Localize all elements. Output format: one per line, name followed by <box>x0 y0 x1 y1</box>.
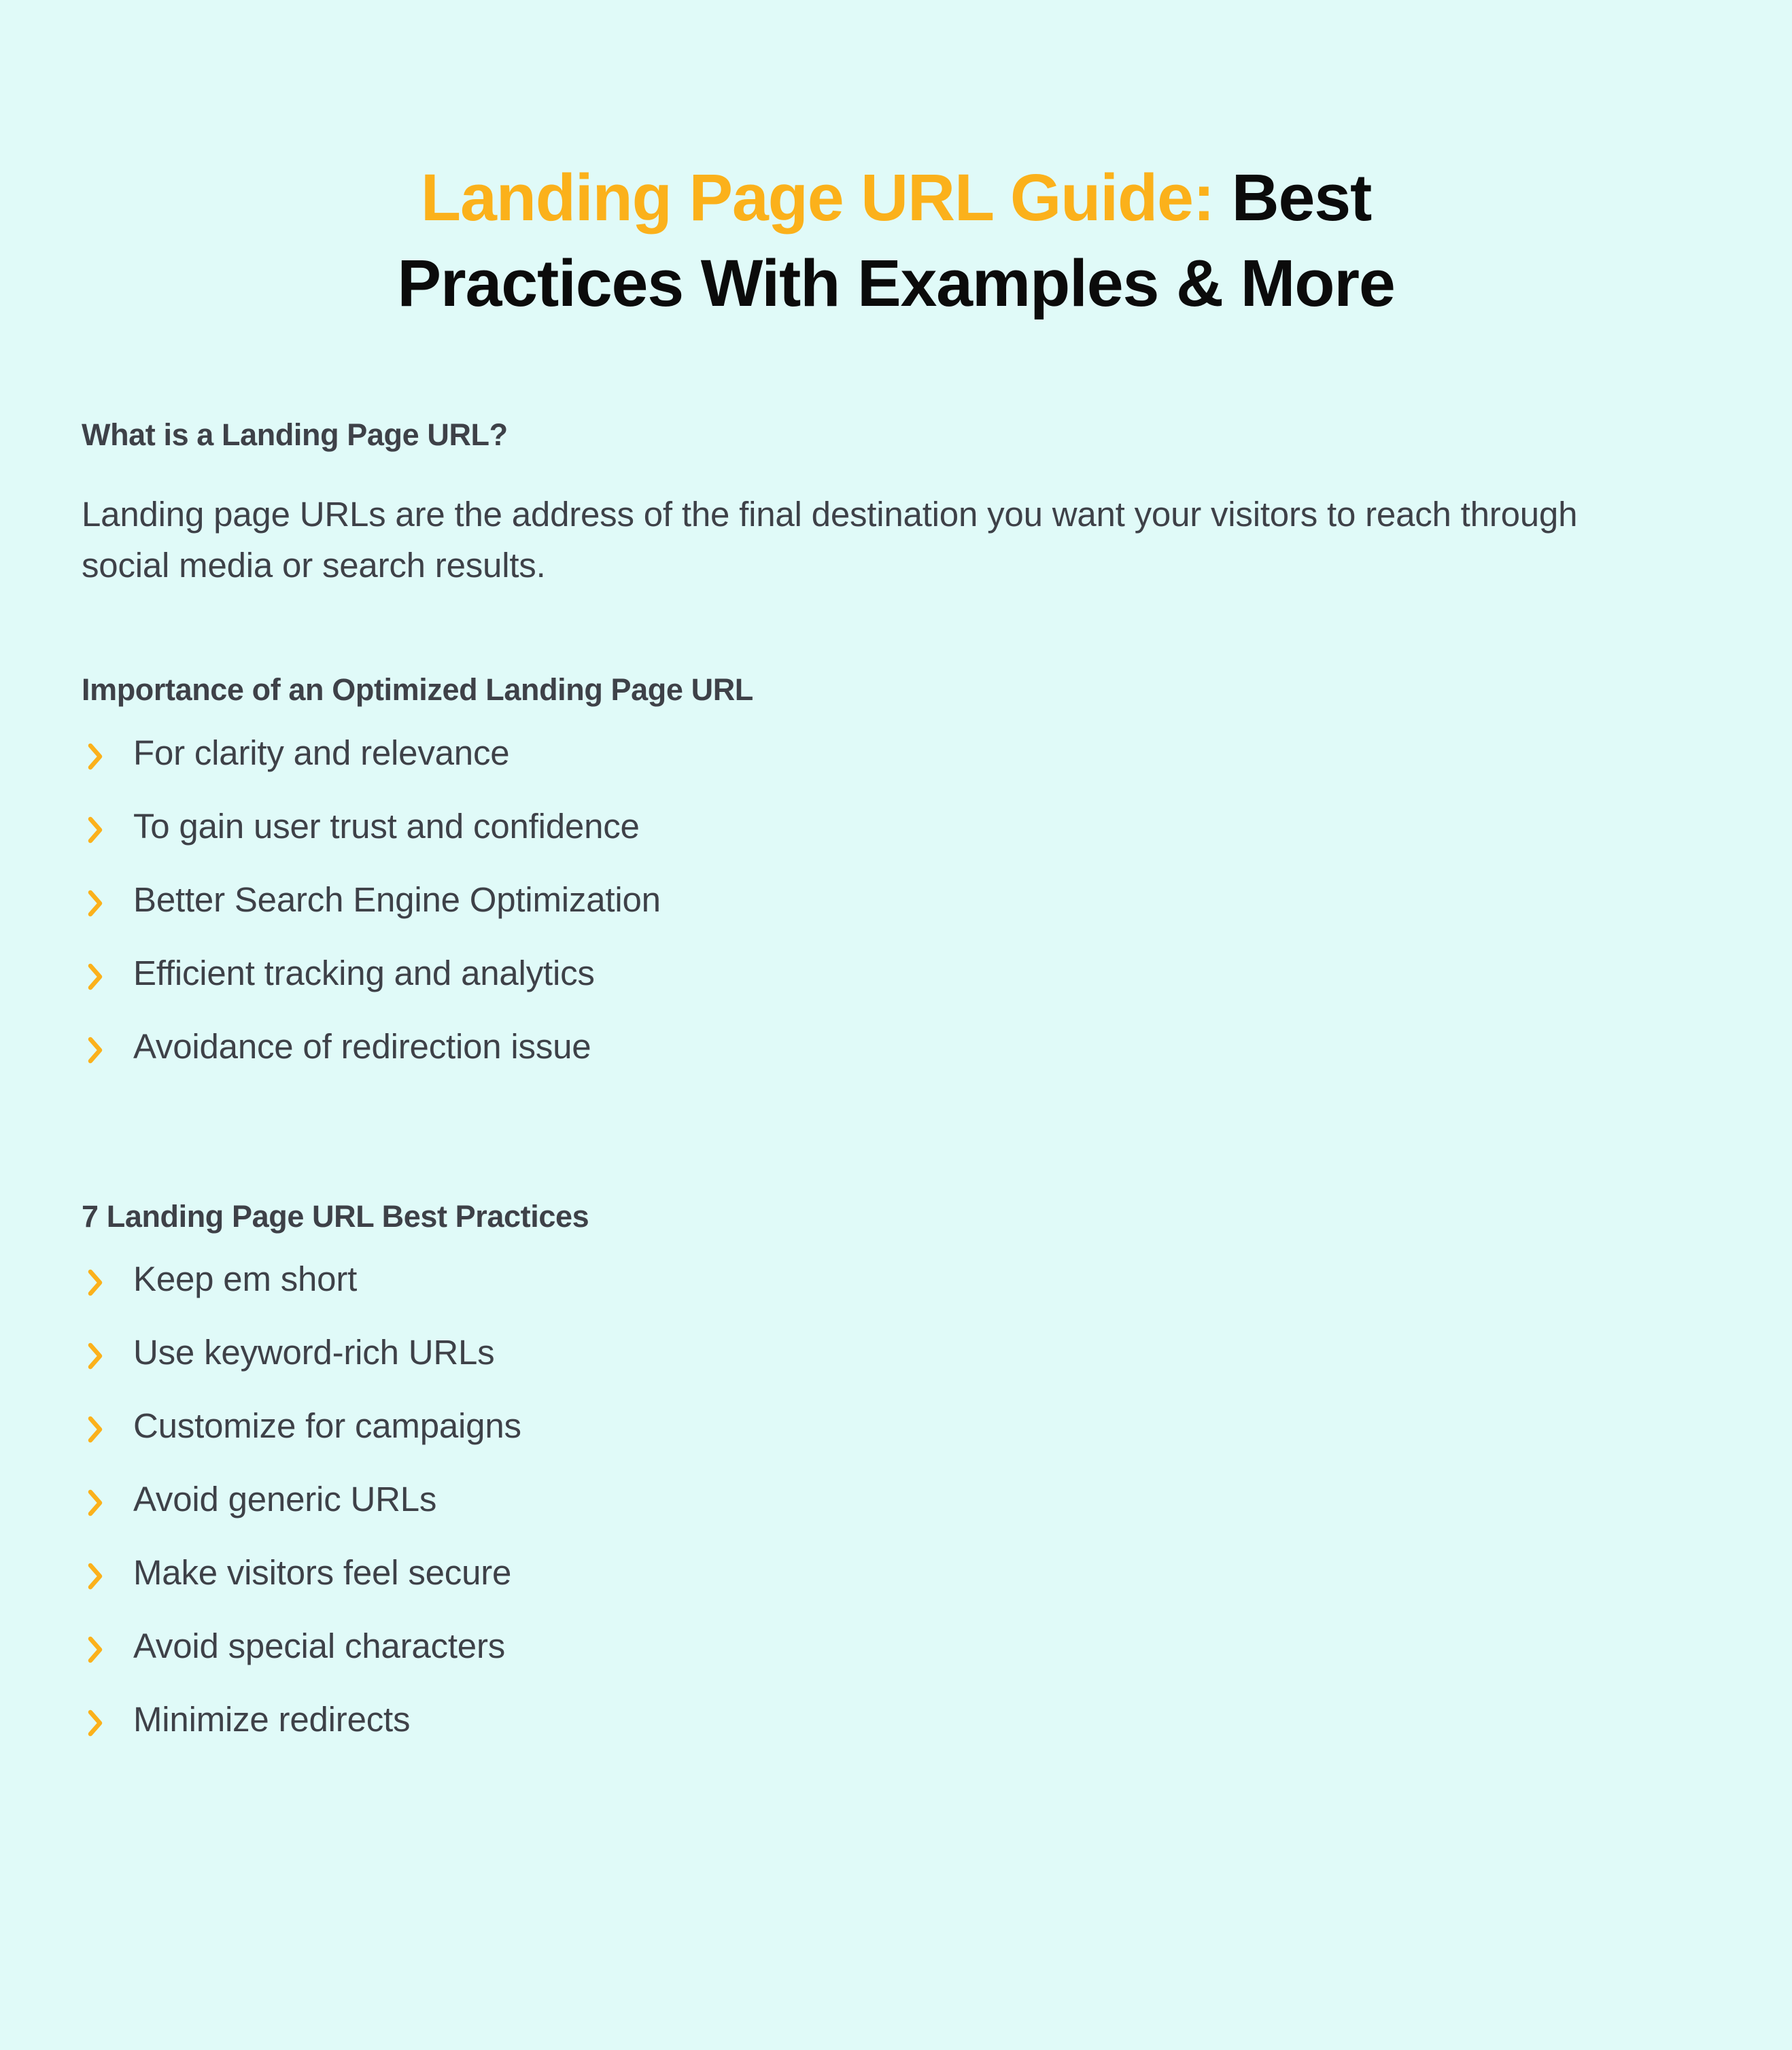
list-item: Customize for campaigns <box>87 1406 1683 1483</box>
chevron-right-icon <box>87 886 110 921</box>
chevron-right-icon <box>87 1706 110 1741</box>
chevron-right-icon <box>87 1033 110 1068</box>
list-item: Avoidance of redirection issue <box>87 1026 1683 1104</box>
infographic-page: Landing Page URL Guide: Best Practices W… <box>0 0 1792 2050</box>
chevron-right-icon <box>87 1266 110 1300</box>
list-item-label: Better Search Engine Optimization <box>133 880 661 919</box>
section-heading-best-practices: 7 Landing Page URL Best Practices <box>82 1198 589 1234</box>
page-title-line1-rest: Best <box>1213 160 1373 234</box>
list-item: Avoid special characters <box>87 1626 1683 1703</box>
page-title: Landing Page URL Guide: Best Practices W… <box>163 155 1629 326</box>
list-item-label: Keep em short <box>133 1259 358 1298</box>
list-item-label: Efficient tracking and analytics <box>133 953 595 992</box>
list-item: Make visitors feel secure <box>87 1552 1683 1630</box>
chevron-right-icon <box>87 1486 110 1521</box>
chevron-right-icon <box>87 1339 110 1374</box>
list-item: Better Search Engine Optimization <box>87 880 1683 957</box>
list-item-label: Avoidance of redirection issue <box>133 1026 591 1066</box>
importance-list: For clarity and relevance To gain user t… <box>82 733 1683 1104</box>
section-heading-what-is-a-landing-page-url: What is a Landing Page URL? <box>82 417 508 453</box>
page-title-line2: Practices With Examples & More <box>397 246 1395 321</box>
best-practices-list: Keep em short Use keyword-rich URLs Cust… <box>82 1259 1683 1777</box>
chevron-right-icon <box>87 1633 110 1667</box>
chevron-right-icon <box>87 1412 110 1447</box>
list-item-label: Customize for campaigns <box>133 1406 521 1445</box>
intro-paragraph: Landing page URLs are the address of the… <box>82 495 1578 585</box>
chevron-right-icon <box>87 813 110 848</box>
list-item: Minimize redirects <box>87 1699 1683 1777</box>
page-title-accent-text: Landing Page URL Guide: <box>420 160 1215 234</box>
content-body: What is a Landing Page URL? Landing page… <box>0 416 1792 1777</box>
chevron-right-icon <box>87 960 110 994</box>
chevron-right-icon <box>87 740 110 774</box>
section-heading-importance: Importance of an Optimized Landing Page … <box>82 672 753 708</box>
chevron-right-icon <box>87 1559 110 1594</box>
list-item: For clarity and relevance <box>87 733 1683 810</box>
list-item: Avoid generic URLs <box>87 1479 1683 1557</box>
list-item: Keep em short <box>87 1259 1683 1336</box>
list-item: Efficient tracking and analytics <box>87 953 1683 1030</box>
title-block: Landing Page URL Guide: Best Practices W… <box>0 0 1792 326</box>
list-item-label: Use keyword-rich URLs <box>133 1332 495 1372</box>
list-item-label: Make visitors feel secure <box>133 1552 512 1592</box>
list-item-label: To gain user trust and confidence <box>133 806 640 846</box>
list-item-label: Avoid generic URLs <box>133 1479 437 1518</box>
list-item-label: Avoid special characters <box>133 1626 506 1665</box>
list-item-label: For clarity and relevance <box>133 733 510 772</box>
list-item-label: Minimize redirects <box>133 1699 411 1739</box>
list-item: Use keyword-rich URLs <box>87 1332 1683 1410</box>
list-item: To gain user trust and confidence <box>87 806 1683 884</box>
